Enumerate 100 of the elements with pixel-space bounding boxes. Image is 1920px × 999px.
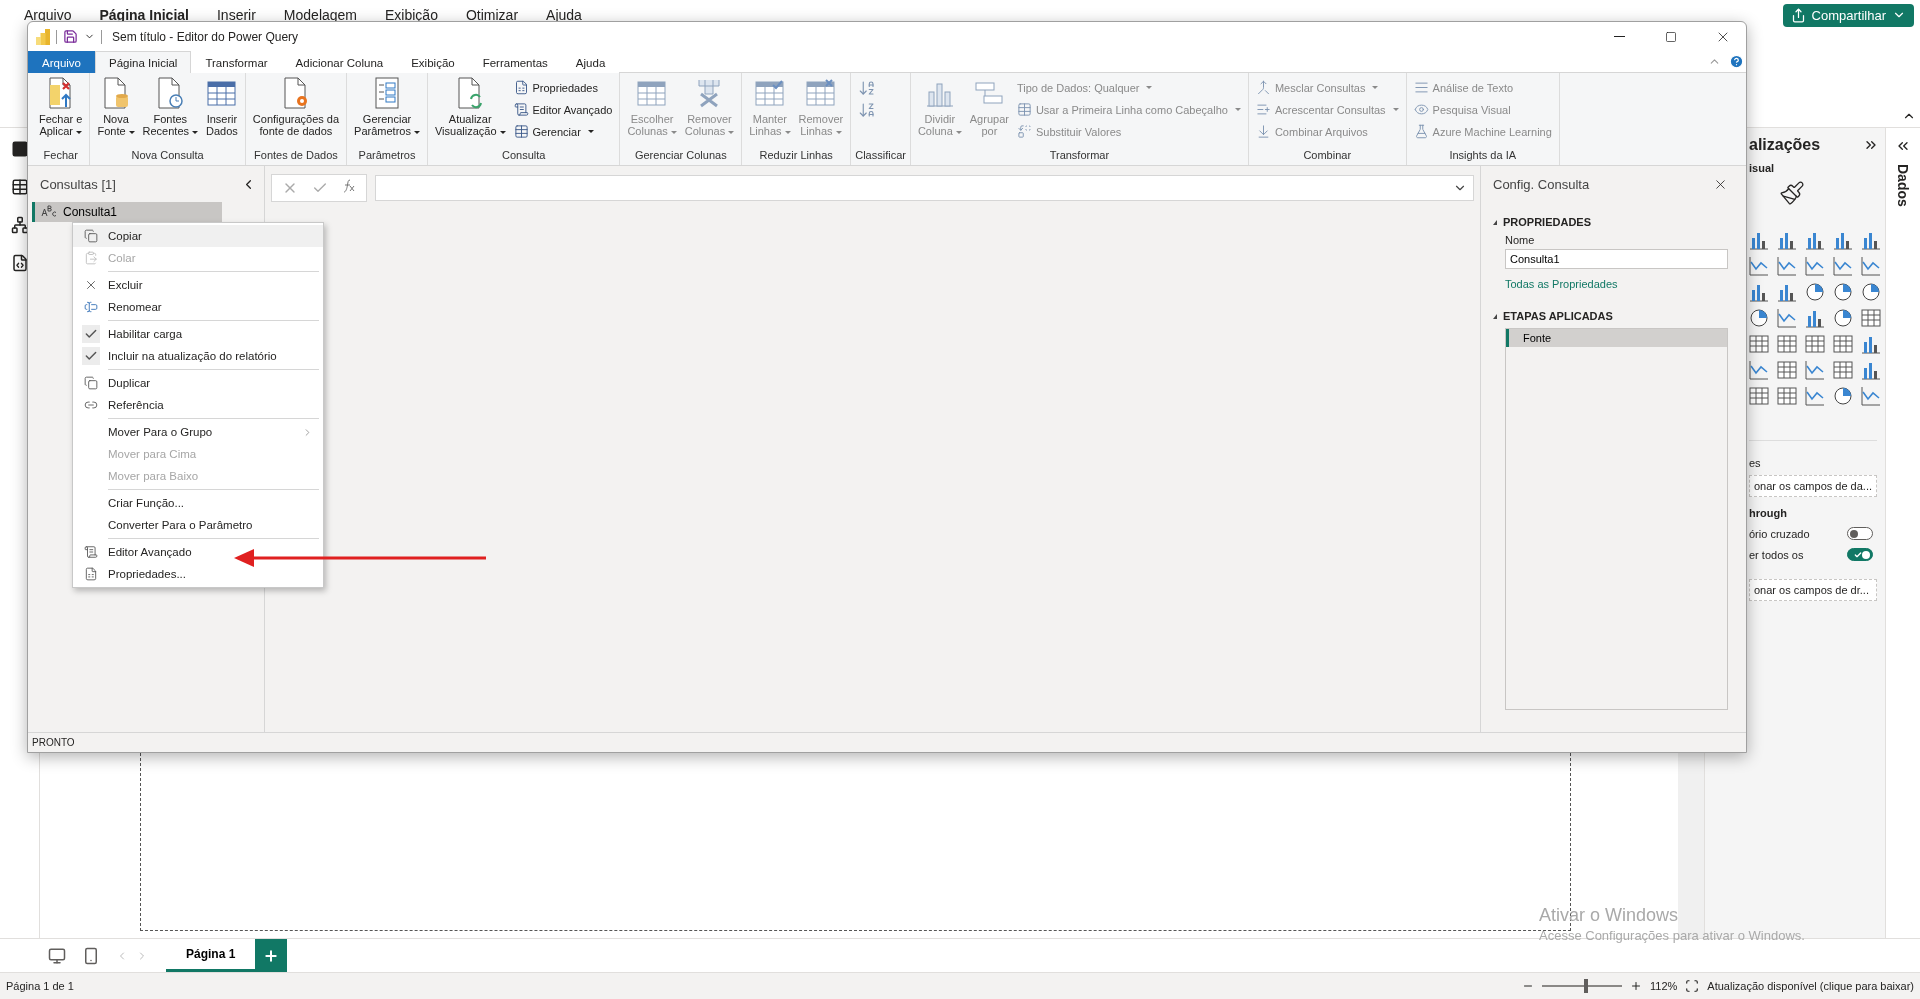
script-icon [83, 545, 98, 559]
pie-chart-icon [1833, 386, 1853, 406]
copy-icon [83, 376, 98, 390]
all-properties-link[interactable]: Todas as Propriedades [1505, 278, 1728, 290]
ribbon-tab[interactable]: Página Inicial [95, 51, 192, 73]
group-label: Transformar [1048, 148, 1111, 163]
ribbon-button[interactable]: Fechar e Aplicar [36, 76, 86, 137]
bar-chart-icon [1861, 230, 1881, 250]
toggle-switch[interactable] [1847, 548, 1873, 561]
paste-icon [83, 251, 98, 265]
update-notice[interactable]: Atualização disponível (clique para baixar) [1707, 980, 1914, 992]
app-logo-icon [36, 28, 50, 45]
group-by-icon [974, 80, 1005, 106]
zoom-in-icon[interactable] [1630, 980, 1642, 992]
data-pane-tab[interactable]: Dados [1895, 164, 1911, 207]
table-icon [1805, 334, 1825, 354]
menu-item[interactable]: Mover Para o Grupo [73, 421, 323, 443]
table-icon [1833, 334, 1853, 354]
ribbon-button[interactable]: Configurações da fonte de dados [249, 76, 343, 137]
line-chart-icon [1777, 308, 1797, 328]
section-heading: ETAPAS APLICADAS [1503, 310, 1613, 322]
toggle-switch[interactable] [1847, 527, 1873, 540]
report-view-icon[interactable] [10, 140, 29, 158]
menu-item[interactable]: Editor Avançado [73, 541, 323, 563]
pane-title: Config. Consulta [1493, 176, 1590, 192]
help-icon[interactable] [1729, 54, 1744, 69]
bar-chart-icon [1749, 230, 1769, 250]
pie-chart-icon [1861, 282, 1881, 302]
properties-icon [513, 80, 529, 95]
menu-item[interactable]: Converter Para o Parâmetro [73, 514, 323, 536]
save-icon[interactable] [63, 29, 78, 44]
menu-tab[interactable]: Página Inicial [85, 7, 203, 23]
menu-tab[interactable]: Modelagem [269, 7, 371, 23]
share-button[interactable]: Compartilhar [1782, 3, 1914, 27]
line-chart-icon [1861, 386, 1881, 406]
ribbon-button[interactable]: Inserir Dados [203, 76, 241, 137]
rename-icon [83, 300, 98, 314]
dax-query-icon[interactable] [10, 254, 29, 272]
merge-icon [1255, 80, 1271, 95]
format-brush-icon[interactable] [1779, 180, 1805, 206]
query-item[interactable]: Consulta1 [32, 202, 222, 222]
ribbon-button[interactable]: Fontes Recentes [139, 76, 202, 137]
group-label: Insights da IA [1448, 148, 1518, 163]
bar-chart-icon [1749, 282, 1769, 302]
field-drop-zone[interactable]: onar os campos de dr... [1749, 579, 1877, 601]
menu-item[interactable]: Propriedades... [73, 563, 323, 585]
group-label: Parâmetros [357, 148, 417, 163]
expanded-icon[interactable] [1493, 313, 1497, 319]
ribbon-button[interactable]: Atualizar Visualização [431, 76, 509, 137]
ribbon-button[interactable]: Nova Fonte [94, 76, 138, 137]
menu-item[interactable]: Habilitar carga [73, 323, 323, 345]
window-title: Sem título - Editor do Power Query [112, 29, 299, 44]
group-label: Reduzir Linhas [758, 148, 834, 163]
menu-tab[interactable]: Exibição [371, 7, 452, 23]
field-drop-zone[interactable]: onar os campos de da... [1749, 475, 1877, 497]
file-tab[interactable]: Arquivo [28, 51, 95, 73]
script-icon [513, 102, 529, 117]
menu-item[interactable]: Duplicar [73, 372, 323, 394]
ribbon-button[interactable]: Gerenciar Parâmetros [351, 76, 423, 137]
line-chart-icon [1805, 256, 1825, 276]
monitor-icon [48, 946, 66, 965]
phone-icon [82, 946, 100, 965]
menu-tab[interactable]: Ajuda [532, 7, 596, 23]
table-icon [1833, 360, 1853, 380]
ribbon-button[interactable]: Propriedades [510, 77, 616, 98]
menu-tab[interactable]: Arquivo [10, 7, 86, 23]
group-label: Fechar [42, 148, 79, 163]
expanded-icon[interactable] [1493, 219, 1497, 225]
table-icon [1749, 334, 1769, 354]
fit-page-icon[interactable] [1685, 979, 1700, 993]
group-label: Combinar [1302, 148, 1353, 163]
group-label: Classificar [855, 148, 906, 163]
ribbon-button[interactable]: Gerenciar [510, 121, 616, 142]
pie-chart-icon [1749, 308, 1769, 328]
copy-icon [83, 229, 98, 243]
menu-item[interactable]: Copiar [73, 225, 323, 247]
menu-item[interactable]: Excluir [73, 274, 323, 296]
menu-item[interactable]: Incluir na atualização do relatório [73, 345, 323, 367]
pie-chart-icon [1833, 282, 1853, 302]
applied-step[interactable]: Fonte [1506, 329, 1727, 347]
ribbon-button[interactable]: Editor Avançado [510, 99, 616, 120]
formula-field[interactable] [375, 175, 1474, 201]
section-heading: PROPRIEDADES [1503, 216, 1592, 228]
check-icon [1854, 550, 1862, 559]
bar-chart-icon [1861, 334, 1881, 354]
add-page-button[interactable] [255, 939, 288, 972]
build-visual-tab[interactable]: isual [1749, 162, 1885, 174]
name-field[interactable]: Consulta1 [1505, 249, 1728, 269]
table-icon [1861, 308, 1881, 328]
menu-item[interactable]: Referência [73, 394, 323, 416]
menu-item[interactable]: Renomear [73, 296, 323, 318]
menu-item[interactable]: Criar Função... [73, 492, 323, 514]
menu-tab[interactable]: Inserir [202, 7, 270, 23]
line-chart-icon [1749, 256, 1769, 276]
eye-icon [1413, 102, 1429, 117]
bar-chart-icon [1861, 360, 1881, 380]
properties-icon [83, 567, 98, 581]
page-count: Página 1 de 1 [6, 980, 74, 992]
table-view-icon[interactable] [10, 178, 29, 196]
menu-tab[interactable]: Otimizar [451, 7, 533, 23]
